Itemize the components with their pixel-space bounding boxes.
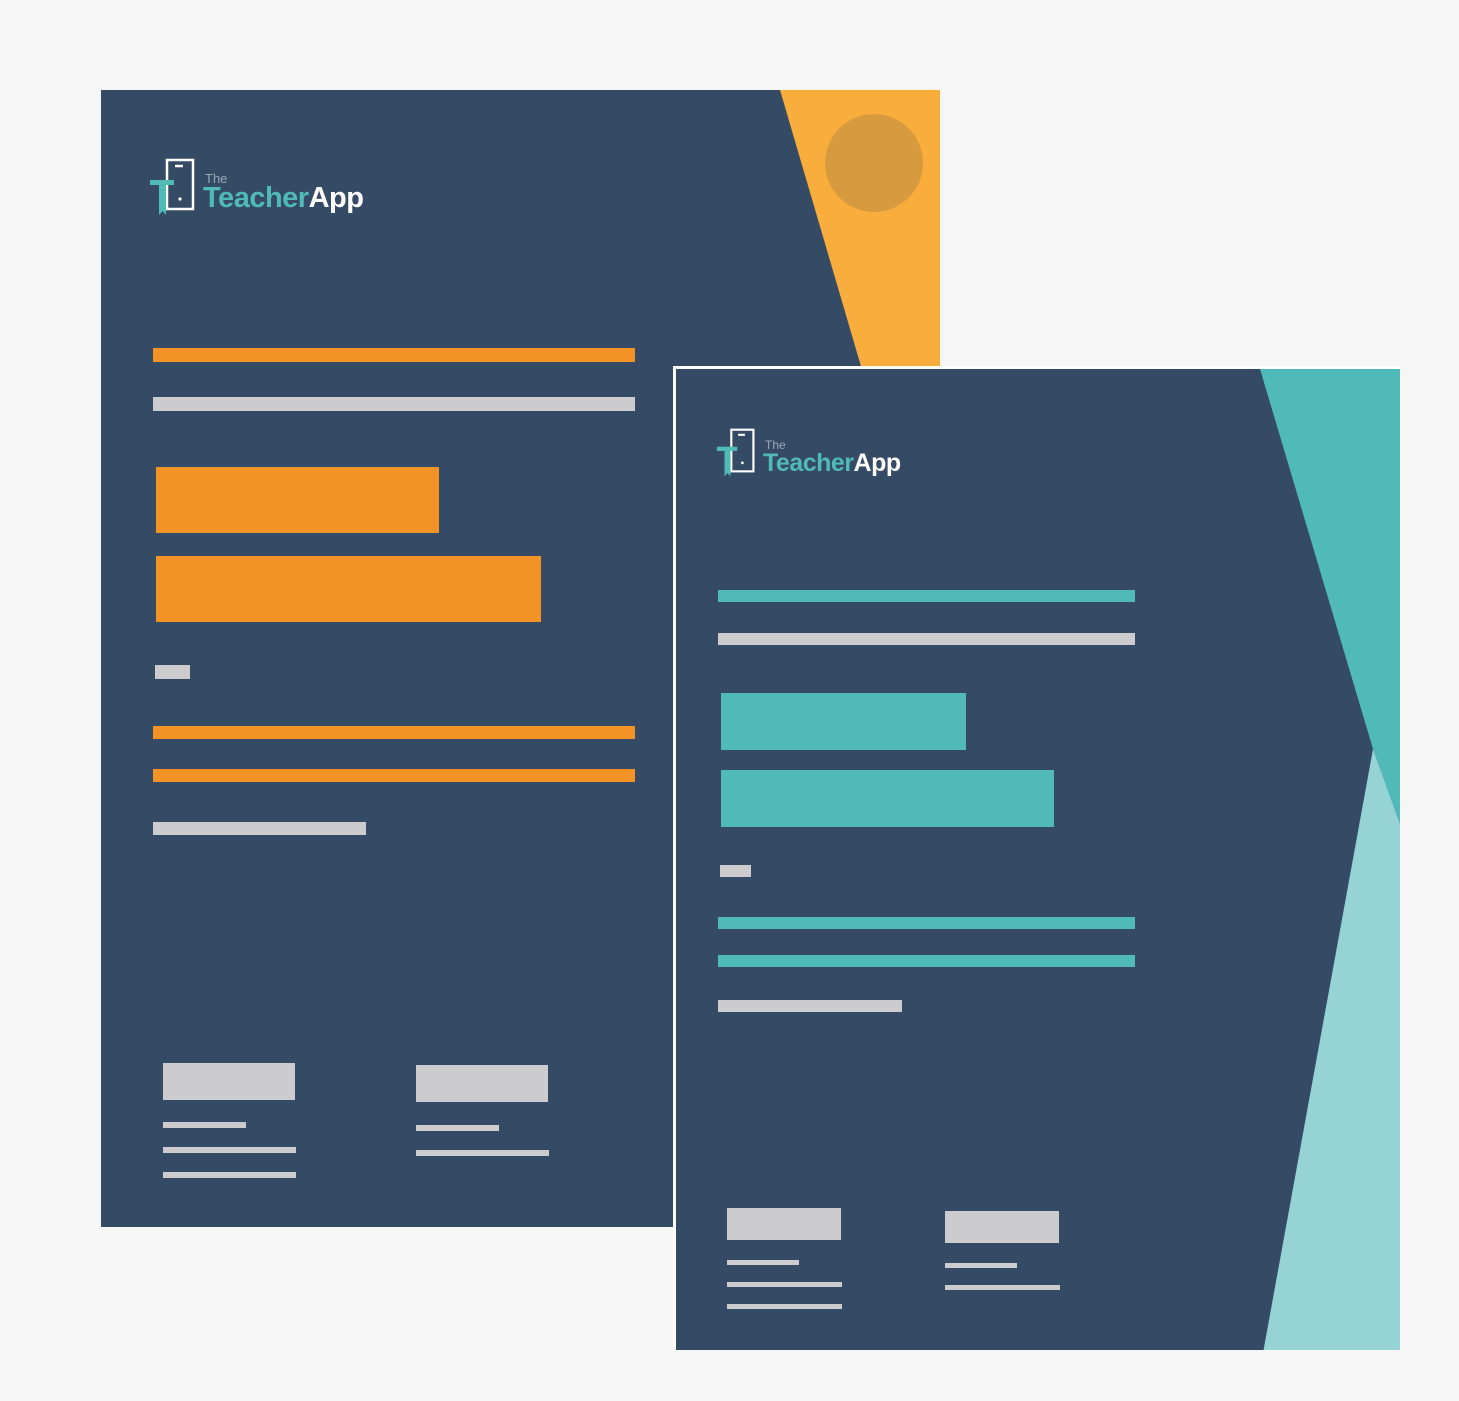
heading-block-2 — [721, 770, 1054, 827]
divider-line-teal-2 — [718, 955, 1135, 967]
phone-t-logo-icon — [150, 158, 195, 215]
small-tag-gray — [155, 665, 190, 679]
footer-line-left-2 — [163, 1147, 296, 1153]
footer-line-right-2 — [945, 1285, 1060, 1290]
footer-block-right — [416, 1065, 548, 1102]
footer-line-left-1 — [727, 1260, 799, 1265]
heading-block-1 — [721, 693, 966, 750]
logo-app-text: App — [308, 182, 364, 214]
heading-block-1 — [156, 467, 439, 533]
footer-line-right-1 — [945, 1263, 1017, 1268]
teacherapp-logo: The TeacherApp — [716, 428, 901, 479]
orange-circle — [825, 114, 923, 212]
divider-line-teal-1 — [718, 917, 1135, 929]
phone-t-logo-icon — [716, 428, 755, 477]
title-line-orange — [153, 348, 635, 362]
divider-line-orange-1 — [153, 726, 635, 739]
footer-line-right-2 — [416, 1150, 549, 1156]
logo-app-text: App — [853, 449, 902, 477]
subtitle-line-gray — [718, 633, 1135, 645]
footer-block-right — [945, 1211, 1059, 1243]
text-line-gray — [153, 822, 366, 835]
subtitle-line-gray — [153, 397, 635, 411]
text-line-gray — [718, 1000, 902, 1012]
logo-teacher-text: Teacher — [763, 449, 854, 477]
logo-teacher-text: Teacher — [203, 182, 309, 214]
divider-line-orange-2 — [153, 769, 635, 782]
footer-block-left — [727, 1208, 841, 1240]
document-front-teal: The TeacherApp — [673, 366, 1400, 1350]
footer-line-left-2 — [727, 1282, 842, 1287]
title-line-teal — [718, 590, 1135, 602]
footer-block-left — [163, 1063, 295, 1100]
footer-line-left-3 — [163, 1172, 296, 1178]
footer-line-right-1 — [416, 1125, 499, 1131]
logo-the-text: The — [765, 438, 786, 452]
teacherapp-logo: The TeacherApp — [150, 158, 364, 218]
logo-the-text: The — [205, 171, 228, 186]
footer-line-left-3 — [727, 1304, 842, 1309]
teal-corner-shapes — [1260, 369, 1400, 1350]
heading-block-2 — [156, 556, 541, 622]
small-tag-gray — [720, 865, 751, 877]
footer-line-left-1 — [163, 1122, 246, 1128]
